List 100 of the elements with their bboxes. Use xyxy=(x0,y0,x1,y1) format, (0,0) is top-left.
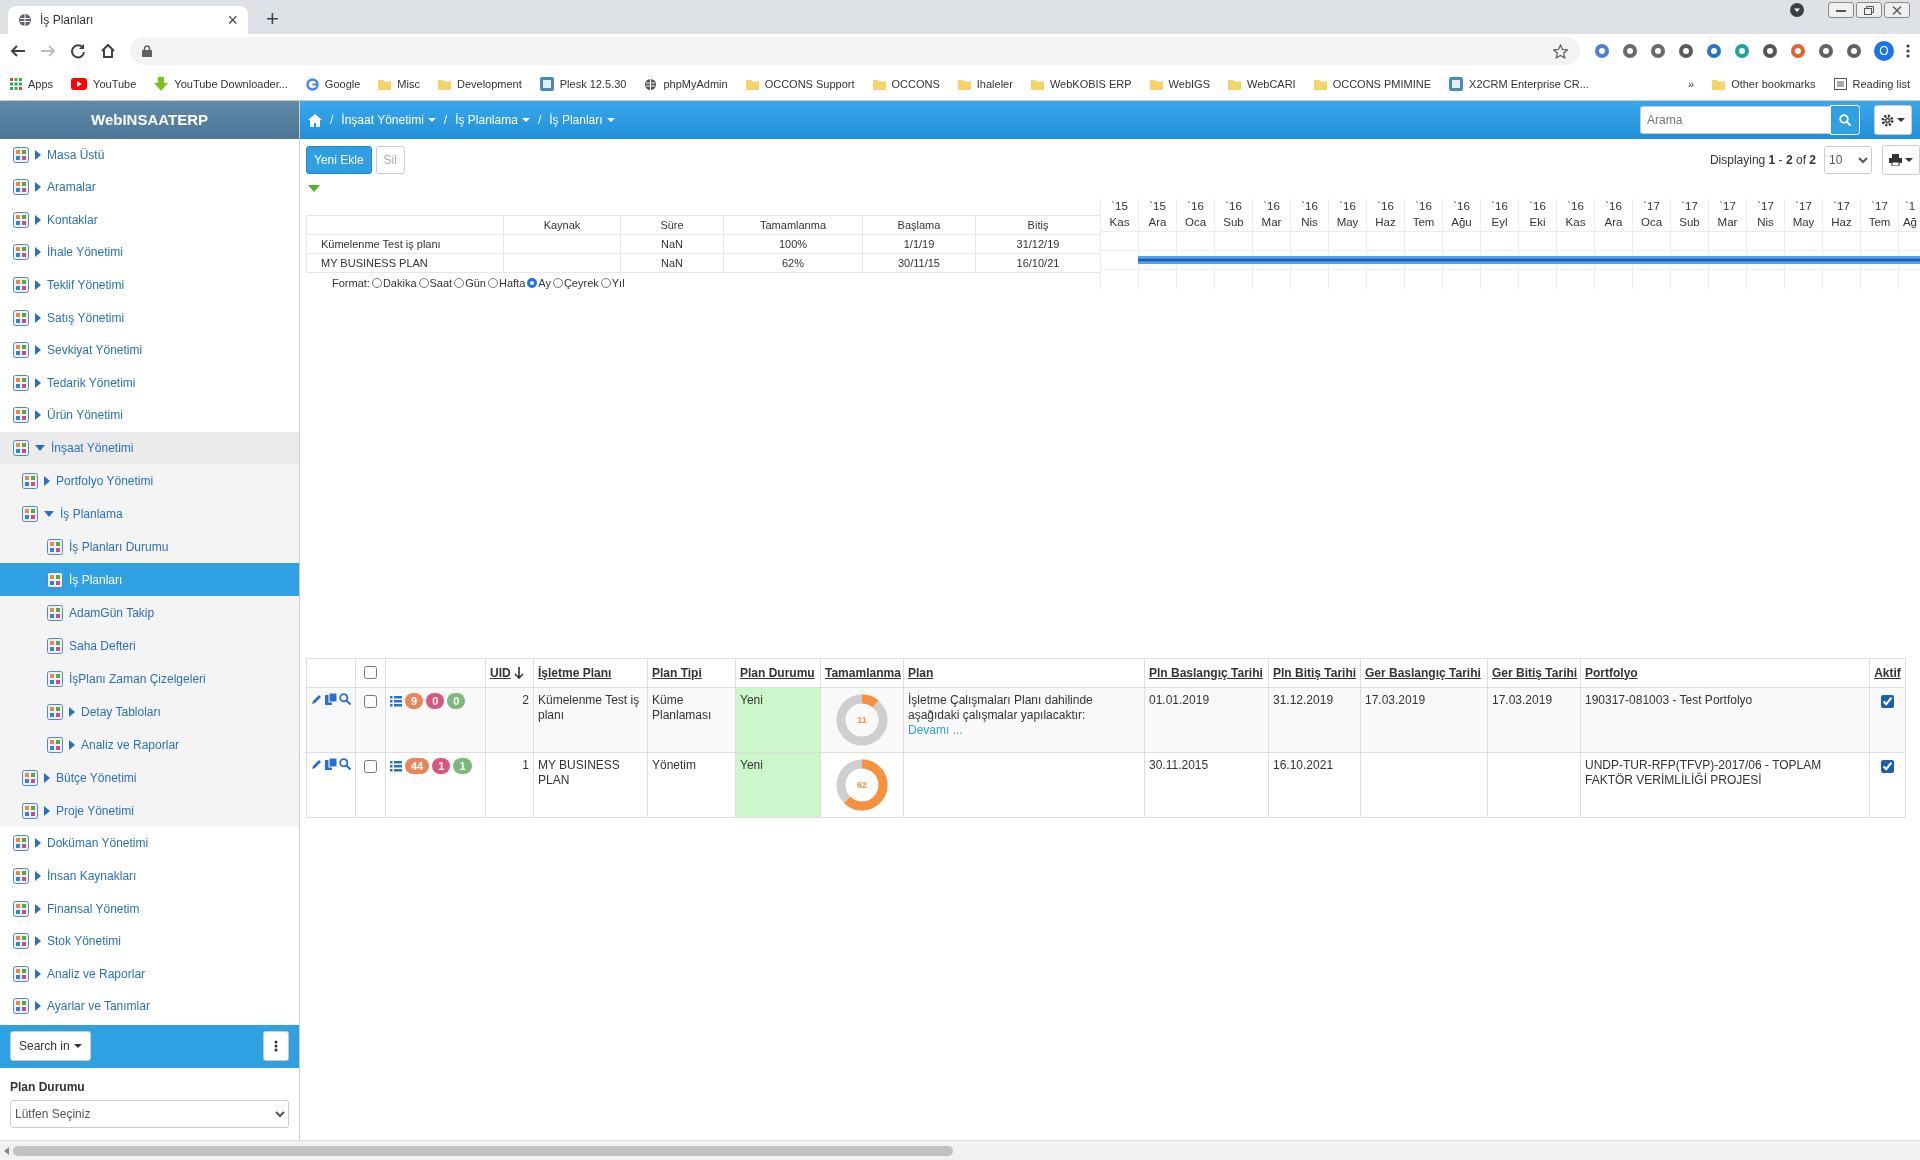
sidebar-item[interactable]: İhale Yönetimi xyxy=(0,236,299,269)
format-option[interactable]: Ay xyxy=(525,277,551,289)
sidebar-item[interactable]: Detay Tabloları xyxy=(0,695,299,729)
sidebar-item[interactable]: Proje Yönetimi xyxy=(0,794,299,828)
sidebar-item[interactable]: Doküman Yönetimi xyxy=(0,827,299,860)
sidebar-item[interactable]: İş Planlama xyxy=(0,497,299,531)
collapse-triangle-icon[interactable] xyxy=(308,185,320,192)
bookmark[interactable]: Apps xyxy=(10,78,54,90)
expand-arrow-icon[interactable] xyxy=(35,444,45,451)
back-icon[interactable] xyxy=(10,43,26,59)
extension-icon[interactable] xyxy=(1622,43,1638,59)
sidebar-item[interactable]: İşPlanı Zaman Çizelgeleri xyxy=(0,662,299,696)
sidebar-item[interactable]: Portfolyo Yönetimi xyxy=(0,464,299,498)
sidebar-item[interactable]: Aramalar xyxy=(0,171,299,204)
scrollbar-thumb[interactable] xyxy=(13,1145,953,1156)
extension-icon[interactable] xyxy=(1790,43,1806,59)
sidebar-item[interactable]: Ayarlar ve Tanımlar xyxy=(0,989,299,1023)
bookmark[interactable]: Ihaleler xyxy=(957,77,1013,91)
expand-arrow-icon[interactable] xyxy=(35,838,41,849)
print-button[interactable] xyxy=(1882,145,1920,175)
sidebar-item[interactable]: Tedarik Yönetimi xyxy=(0,366,299,399)
expand-arrow-icon[interactable] xyxy=(35,377,41,388)
bookmark[interactable]: YouTube Downloader... xyxy=(154,77,288,91)
row-checkbox[interactable] xyxy=(364,695,377,708)
extension-icon[interactable] xyxy=(1818,43,1834,59)
expand-arrow-icon[interactable] xyxy=(35,312,41,323)
more-options-button[interactable] xyxy=(263,1031,289,1062)
radio-button[interactable] xyxy=(418,278,429,288)
sidebar-item[interactable]: Analiz ve Raporlar xyxy=(0,957,299,990)
search-in-button[interactable]: Search in xyxy=(10,1031,91,1062)
sidebar-item[interactable]: Saha Defteri xyxy=(0,629,299,663)
extension-icon[interactable] xyxy=(1678,43,1694,59)
sidebar-item[interactable]: Masa Üstü xyxy=(0,138,299,172)
edit-pencil-icon[interactable] xyxy=(311,758,323,770)
expand-arrow-icon[interactable] xyxy=(35,149,41,160)
extension-icon[interactable] xyxy=(1846,43,1862,59)
format-option[interactable]: Çeyrek xyxy=(550,277,599,289)
bookmark[interactable]: X2CRM Enterprise CR... xyxy=(1449,77,1589,91)
bookmark[interactable]: OCCONS xyxy=(872,77,940,91)
bookmark[interactable]: WebIGS xyxy=(1149,77,1210,91)
search-icon[interactable] xyxy=(339,693,351,705)
new-tab-button[interactable]: + xyxy=(260,7,285,31)
active-checkbox[interactable] xyxy=(1881,695,1894,708)
expand-arrow-icon[interactable] xyxy=(35,214,41,225)
expand-arrow-icon[interactable] xyxy=(35,903,41,914)
sidebar-item[interactable]: AdamGün Takip xyxy=(0,596,299,630)
bookmark[interactable]: Misc xyxy=(378,77,420,91)
search-icon[interactable] xyxy=(339,758,351,770)
radio-button[interactable] xyxy=(487,278,498,288)
format-option[interactable]: Gün xyxy=(452,277,486,289)
bookmark[interactable]: YouTube xyxy=(71,78,137,90)
radio-button[interactable] xyxy=(527,278,538,288)
format-option[interactable]: Yıl xyxy=(598,277,625,289)
column-header[interactable]: Plan xyxy=(908,665,934,681)
minimize-button[interactable] xyxy=(1828,2,1854,18)
profile-avatar[interactable]: O xyxy=(1874,41,1894,61)
dropdown-icon[interactable] xyxy=(1790,3,1804,17)
radio-button[interactable] xyxy=(454,278,465,288)
settings-button[interactable] xyxy=(1874,105,1912,135)
star-icon[interactable] xyxy=(1553,43,1568,59)
sidebar-item[interactable]: Sevkiyat Yönetimi xyxy=(0,333,299,367)
sidebar-item[interactable]: İnsan Kaynakları xyxy=(0,859,299,893)
menu-icon[interactable] xyxy=(1906,44,1910,58)
sidebar-item[interactable]: Satış Yönetimi xyxy=(0,301,299,334)
bookmark[interactable]: phpMyAdmin xyxy=(644,77,728,91)
expand-arrow-icon[interactable] xyxy=(35,345,41,356)
bookmark[interactable]: Plesk 12.5.30 xyxy=(539,77,627,91)
active-checkbox[interactable] xyxy=(1881,760,1894,773)
close-tab-button[interactable]: × xyxy=(227,11,238,29)
bookmark[interactable]: Other bookmarks xyxy=(1712,77,1816,91)
expand-arrow-icon[interactable] xyxy=(35,1001,41,1012)
sidebar-item[interactable]: Ürün Yönetimi xyxy=(0,399,299,432)
scroll-left-icon[interactable] xyxy=(4,1146,9,1155)
expand-arrow-icon[interactable] xyxy=(35,247,41,258)
bookmark[interactable]: WebKOBIS ERP xyxy=(1030,77,1132,91)
list-icon[interactable] xyxy=(390,695,402,707)
bookmark[interactable]: WebCARI xyxy=(1227,77,1296,91)
sidebar-item[interactable]: Analiz ve Raporlar xyxy=(0,728,299,762)
format-option[interactable]: Saat xyxy=(416,277,453,289)
extension-icon[interactable] xyxy=(1762,43,1778,59)
extension-icon[interactable] xyxy=(1594,43,1610,59)
expand-arrow-icon[interactable] xyxy=(35,182,41,193)
sidebar-item[interactable]: Teklif Yönetimi xyxy=(0,268,299,302)
page-size-select[interactable]: 10 xyxy=(1824,146,1872,174)
format-option[interactable]: Dakika xyxy=(369,277,417,289)
sidebar-item[interactable]: İnşaat Yönetimi xyxy=(0,431,299,465)
close-window-button[interactable] xyxy=(1884,2,1910,18)
bookmark[interactable]: Development xyxy=(437,77,522,91)
more-bookmarks-button[interactable]: » xyxy=(1688,78,1695,90)
expand-arrow-icon[interactable] xyxy=(69,739,75,750)
expand-arrow-icon[interactable] xyxy=(44,475,50,486)
expand-arrow-icon[interactable] xyxy=(44,772,50,783)
radio-button[interactable] xyxy=(552,278,563,288)
edit-pencil-icon[interactable] xyxy=(311,693,323,705)
expand-arrow-icon[interactable] xyxy=(35,280,41,291)
expand-arrow-icon[interactable] xyxy=(35,936,41,947)
expand-arrow-icon[interactable] xyxy=(69,706,75,717)
sidebar-item[interactable]: Stok Yönetimi xyxy=(0,924,299,958)
bookmark[interactable]: Google xyxy=(305,77,361,91)
list-icon[interactable] xyxy=(390,760,402,772)
